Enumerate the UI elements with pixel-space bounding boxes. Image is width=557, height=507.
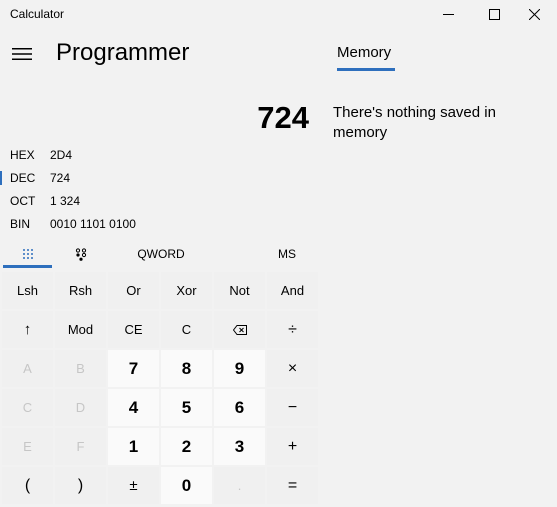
close-button[interactable] — [511, 0, 557, 28]
digit-2-button[interactable]: 2 — [161, 428, 212, 465]
hamburger-icon — [12, 48, 32, 60]
lsh-button[interactable]: Lsh — [2, 272, 53, 309]
add-button[interactable]: + — [267, 428, 318, 465]
hex-a-button[interactable]: A — [2, 350, 53, 387]
base-label: OCT — [10, 194, 36, 208]
minimize-button[interactable] — [425, 0, 471, 28]
not-button[interactable]: Not — [214, 272, 265, 309]
keypad-grid-icon — [22, 249, 33, 259]
or-button[interactable]: Or — [108, 272, 159, 309]
decimal-button[interactable]: . — [214, 467, 265, 504]
memory-store-button[interactable]: MS — [268, 241, 306, 267]
negate-button[interactable]: ± — [108, 467, 159, 504]
mod-button[interactable]: Mod — [55, 311, 106, 348]
base-value: 1 324 — [50, 194, 81, 208]
base-value: 724 — [50, 171, 71, 185]
hex-d-button[interactable]: D — [55, 389, 106, 426]
tab-memory-underline — [337, 68, 395, 71]
base-row-oct[interactable]: OCT 1 324 — [0, 190, 300, 212]
hex-c-button[interactable]: C — [2, 389, 53, 426]
xor-button[interactable]: Xor — [161, 272, 212, 309]
maximize-icon — [488, 8, 500, 20]
rsh-button[interactable]: Rsh — [55, 272, 106, 309]
word-size-button[interactable]: QWORD — [125, 241, 197, 267]
base-row-bin[interactable]: BIN 0010 1101 0100 — [0, 213, 300, 235]
result-display: 724 — [257, 100, 309, 135]
digit-4-button[interactable]: 4 — [108, 389, 159, 426]
memory-empty-message: There's nothing saved in memory — [333, 104, 496, 141]
bit-toggle-keypad-button[interactable] — [56, 241, 106, 267]
base-row-hex[interactable]: HEX 2D4 — [0, 144, 300, 166]
divide-button[interactable]: ÷ — [267, 311, 318, 348]
minimize-icon — [442, 13, 454, 15]
base-value: 0010 1101 0100 — [50, 217, 136, 231]
digit-0-button[interactable]: 0 — [161, 467, 212, 504]
digit-5-button[interactable]: 5 — [161, 389, 212, 426]
base-label: DEC — [10, 171, 36, 185]
keypad-tab-underline — [3, 265, 52, 268]
close-paren-button[interactable]: ) — [55, 467, 106, 504]
multiply-button[interactable]: × — [267, 350, 318, 387]
digit-9-button[interactable]: 9 — [214, 350, 265, 387]
digit-3-button[interactable]: 3 — [214, 428, 265, 465]
base-label: BIN — [10, 217, 31, 231]
full-keypad-button[interactable] — [3, 241, 52, 267]
base-label: HEX — [10, 148, 35, 162]
digit-1-button[interactable]: 1 — [108, 428, 159, 465]
close-icon — [528, 8, 540, 20]
equals-button[interactable]: = — [267, 467, 318, 504]
backspace-icon — [232, 324, 247, 335]
subtract-button[interactable]: − — [267, 389, 318, 426]
title-bar: Calculator — [0, 0, 557, 28]
digit-7-button[interactable]: 7 — [108, 350, 159, 387]
hamburger-menu-button[interactable] — [6, 40, 38, 68]
tab-memory[interactable]: Memory — [337, 44, 391, 61]
and-button[interactable]: And — [267, 272, 318, 309]
hex-f-button[interactable]: F — [55, 428, 106, 465]
shift-button[interactable]: ↑ — [2, 311, 53, 348]
hex-b-button[interactable]: B — [55, 350, 106, 387]
backspace-button[interactable] — [214, 311, 265, 348]
open-paren-button[interactable]: ( — [2, 467, 53, 504]
mode-title: Programmer — [56, 39, 190, 66]
digit-8-button[interactable]: 8 — [161, 350, 212, 387]
clear-entry-button[interactable]: CE — [108, 311, 159, 348]
base-value: 2D4 — [50, 148, 73, 162]
digit-6-button[interactable]: 6 — [214, 389, 265, 426]
bit-toggle-icon — [75, 247, 87, 261]
base-row-dec[interactable]: DEC 724 — [0, 167, 300, 189]
clear-button[interactable]: C — [161, 311, 212, 348]
app-title: Calculator — [10, 7, 65, 21]
hex-e-button[interactable]: E — [2, 428, 53, 465]
